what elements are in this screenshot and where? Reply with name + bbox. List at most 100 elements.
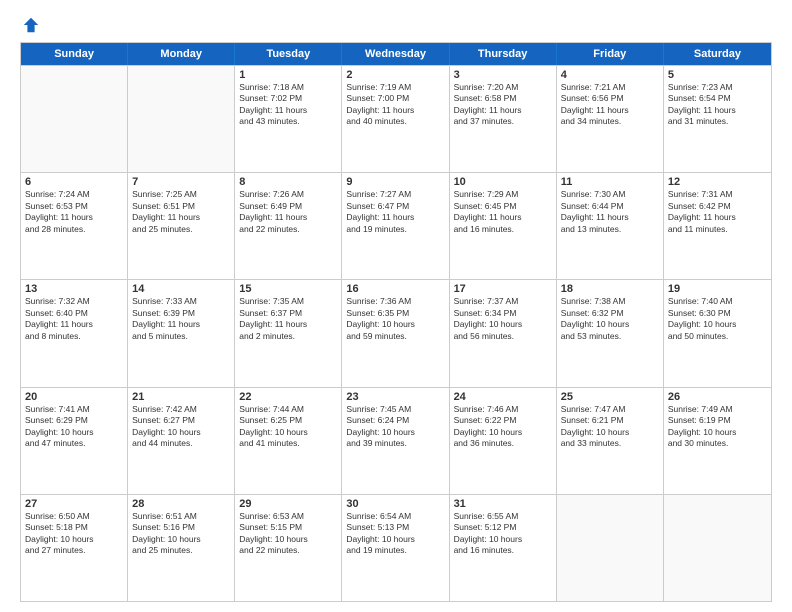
day-info: Sunrise: 7:44 AM Sunset: 6:25 PM Dayligh… (239, 404, 337, 450)
day-info: Sunrise: 7:37 AM Sunset: 6:34 PM Dayligh… (454, 296, 552, 342)
day-number: 24 (454, 391, 552, 403)
day-info: Sunrise: 7:38 AM Sunset: 6:32 PM Dayligh… (561, 296, 659, 342)
calendar-week-1: 1Sunrise: 7:18 AM Sunset: 7:02 PM Daylig… (21, 65, 771, 172)
day-cell-31: 31Sunrise: 6:55 AM Sunset: 5:12 PM Dayli… (450, 495, 557, 601)
day-info: Sunrise: 7:40 AM Sunset: 6:30 PM Dayligh… (668, 296, 767, 342)
day-info: Sunrise: 7:33 AM Sunset: 6:39 PM Dayligh… (132, 296, 230, 342)
day-number: 16 (346, 283, 444, 295)
calendar-body: 1Sunrise: 7:18 AM Sunset: 7:02 PM Daylig… (21, 65, 771, 601)
day-info: Sunrise: 7:18 AM Sunset: 7:02 PM Dayligh… (239, 82, 337, 128)
day-number: 1 (239, 69, 337, 81)
header-day-friday: Friday (557, 43, 664, 65)
header-day-sunday: Sunday (21, 43, 128, 65)
day-number: 20 (25, 391, 123, 403)
day-cell-9: 9Sunrise: 7:27 AM Sunset: 6:47 PM Daylig… (342, 173, 449, 279)
day-info: Sunrise: 7:29 AM Sunset: 6:45 PM Dayligh… (454, 189, 552, 235)
day-cell-4: 4Sunrise: 7:21 AM Sunset: 6:56 PM Daylig… (557, 66, 664, 172)
page: SundayMondayTuesdayWednesdayThursdayFrid… (0, 0, 792, 612)
day-number: 7 (132, 176, 230, 188)
calendar: SundayMondayTuesdayWednesdayThursdayFrid… (20, 42, 772, 602)
day-info: Sunrise: 7:23 AM Sunset: 6:54 PM Dayligh… (668, 82, 767, 128)
day-number: 31 (454, 498, 552, 510)
day-cell-26: 26Sunrise: 7:49 AM Sunset: 6:19 PM Dayli… (664, 388, 771, 494)
day-number: 27 (25, 498, 123, 510)
day-number: 10 (454, 176, 552, 188)
day-info: Sunrise: 7:47 AM Sunset: 6:21 PM Dayligh… (561, 404, 659, 450)
day-cell-23: 23Sunrise: 7:45 AM Sunset: 6:24 PM Dayli… (342, 388, 449, 494)
day-number: 17 (454, 283, 552, 295)
logo (20, 16, 40, 34)
day-info: Sunrise: 7:49 AM Sunset: 6:19 PM Dayligh… (668, 404, 767, 450)
day-number: 5 (668, 69, 767, 81)
header-day-thursday: Thursday (450, 43, 557, 65)
day-cell-27: 27Sunrise: 6:50 AM Sunset: 5:18 PM Dayli… (21, 495, 128, 601)
header-day-wednesday: Wednesday (342, 43, 449, 65)
day-info: Sunrise: 7:46 AM Sunset: 6:22 PM Dayligh… (454, 404, 552, 450)
header-day-monday: Monday (128, 43, 235, 65)
calendar-week-2: 6Sunrise: 7:24 AM Sunset: 6:53 PM Daylig… (21, 172, 771, 279)
calendar-header: SundayMondayTuesdayWednesdayThursdayFrid… (21, 43, 771, 65)
day-cell-15: 15Sunrise: 7:35 AM Sunset: 6:37 PM Dayli… (235, 280, 342, 386)
day-cell-20: 20Sunrise: 7:41 AM Sunset: 6:29 PM Dayli… (21, 388, 128, 494)
day-cell-2: 2Sunrise: 7:19 AM Sunset: 7:00 PM Daylig… (342, 66, 449, 172)
day-cell-25: 25Sunrise: 7:47 AM Sunset: 6:21 PM Dayli… (557, 388, 664, 494)
day-number: 14 (132, 283, 230, 295)
day-info: Sunrise: 7:20 AM Sunset: 6:58 PM Dayligh… (454, 82, 552, 128)
day-number: 9 (346, 176, 444, 188)
calendar-week-3: 13Sunrise: 7:32 AM Sunset: 6:40 PM Dayli… (21, 279, 771, 386)
header-day-saturday: Saturday (664, 43, 771, 65)
day-info: Sunrise: 7:32 AM Sunset: 6:40 PM Dayligh… (25, 296, 123, 342)
empty-cell (21, 66, 128, 172)
day-cell-5: 5Sunrise: 7:23 AM Sunset: 6:54 PM Daylig… (664, 66, 771, 172)
day-number: 28 (132, 498, 230, 510)
day-cell-18: 18Sunrise: 7:38 AM Sunset: 6:32 PM Dayli… (557, 280, 664, 386)
day-number: 30 (346, 498, 444, 510)
day-info: Sunrise: 6:55 AM Sunset: 5:12 PM Dayligh… (454, 511, 552, 557)
day-info: Sunrise: 6:53 AM Sunset: 5:15 PM Dayligh… (239, 511, 337, 557)
day-info: Sunrise: 7:25 AM Sunset: 6:51 PM Dayligh… (132, 189, 230, 235)
logo-icon (22, 16, 40, 34)
day-info: Sunrise: 7:21 AM Sunset: 6:56 PM Dayligh… (561, 82, 659, 128)
header-day-tuesday: Tuesday (235, 43, 342, 65)
day-info: Sunrise: 7:42 AM Sunset: 6:27 PM Dayligh… (132, 404, 230, 450)
day-cell-24: 24Sunrise: 7:46 AM Sunset: 6:22 PM Dayli… (450, 388, 557, 494)
day-info: Sunrise: 7:27 AM Sunset: 6:47 PM Dayligh… (346, 189, 444, 235)
day-number: 2 (346, 69, 444, 81)
day-info: Sunrise: 7:24 AM Sunset: 6:53 PM Dayligh… (25, 189, 123, 235)
day-number: 4 (561, 69, 659, 81)
day-cell-1: 1Sunrise: 7:18 AM Sunset: 7:02 PM Daylig… (235, 66, 342, 172)
calendar-week-5: 27Sunrise: 6:50 AM Sunset: 5:18 PM Dayli… (21, 494, 771, 601)
day-number: 3 (454, 69, 552, 81)
day-info: Sunrise: 7:41 AM Sunset: 6:29 PM Dayligh… (25, 404, 123, 450)
day-number: 29 (239, 498, 337, 510)
day-number: 13 (25, 283, 123, 295)
day-cell-10: 10Sunrise: 7:29 AM Sunset: 6:45 PM Dayli… (450, 173, 557, 279)
day-number: 11 (561, 176, 659, 188)
day-cell-19: 19Sunrise: 7:40 AM Sunset: 6:30 PM Dayli… (664, 280, 771, 386)
day-number: 8 (239, 176, 337, 188)
day-number: 15 (239, 283, 337, 295)
day-cell-6: 6Sunrise: 7:24 AM Sunset: 6:53 PM Daylig… (21, 173, 128, 279)
day-number: 23 (346, 391, 444, 403)
day-cell-7: 7Sunrise: 7:25 AM Sunset: 6:51 PM Daylig… (128, 173, 235, 279)
header (20, 16, 772, 34)
calendar-week-4: 20Sunrise: 7:41 AM Sunset: 6:29 PM Dayli… (21, 387, 771, 494)
day-cell-13: 13Sunrise: 7:32 AM Sunset: 6:40 PM Dayli… (21, 280, 128, 386)
day-cell-16: 16Sunrise: 7:36 AM Sunset: 6:35 PM Dayli… (342, 280, 449, 386)
day-cell-22: 22Sunrise: 7:44 AM Sunset: 6:25 PM Dayli… (235, 388, 342, 494)
day-info: Sunrise: 6:51 AM Sunset: 5:16 PM Dayligh… (132, 511, 230, 557)
day-info: Sunrise: 7:35 AM Sunset: 6:37 PM Dayligh… (239, 296, 337, 342)
day-cell-12: 12Sunrise: 7:31 AM Sunset: 6:42 PM Dayli… (664, 173, 771, 279)
day-info: Sunrise: 7:45 AM Sunset: 6:24 PM Dayligh… (346, 404, 444, 450)
day-number: 26 (668, 391, 767, 403)
day-cell-8: 8Sunrise: 7:26 AM Sunset: 6:49 PM Daylig… (235, 173, 342, 279)
empty-cell (128, 66, 235, 172)
day-cell-17: 17Sunrise: 7:37 AM Sunset: 6:34 PM Dayli… (450, 280, 557, 386)
day-cell-3: 3Sunrise: 7:20 AM Sunset: 6:58 PM Daylig… (450, 66, 557, 172)
day-cell-11: 11Sunrise: 7:30 AM Sunset: 6:44 PM Dayli… (557, 173, 664, 279)
day-cell-28: 28Sunrise: 6:51 AM Sunset: 5:16 PM Dayli… (128, 495, 235, 601)
day-number: 6 (25, 176, 123, 188)
empty-cell (557, 495, 664, 601)
day-number: 19 (668, 283, 767, 295)
day-info: Sunrise: 7:19 AM Sunset: 7:00 PM Dayligh… (346, 82, 444, 128)
